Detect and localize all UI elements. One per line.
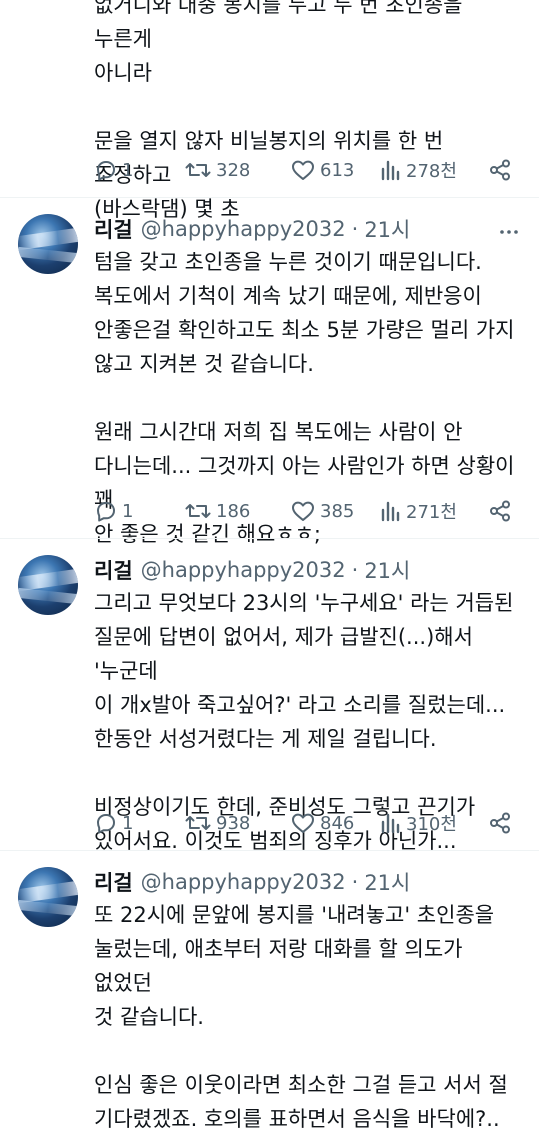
tweet-actions: 1 186 385 271천 [94, 494, 514, 528]
bar-chart-icon [381, 160, 400, 181]
display-name[interactable]: 리걸 [94, 555, 133, 585]
like-count: 846 [320, 812, 355, 834]
speech-bubble-icon [97, 502, 115, 522]
user-handle[interactable]: @happyhappy2032 [141, 870, 346, 894]
tweet-text: 없거니와 대충 봉지를 두고 두 번 초인종을 누른게 아니라 문을 열지 않자… [94, 0, 463, 221]
tweet-actions: 1 938 846 310천 [94, 806, 514, 840]
retweet-arrows-icon [185, 163, 211, 177]
divider [0, 538, 539, 539]
reply-button[interactable]: 1 [94, 499, 184, 523]
bar-chart-icon [381, 501, 400, 522]
views-count: 310천 [406, 814, 457, 835]
timestamp[interactable]: 21시 [364, 555, 410, 585]
views-button[interactable]: 271천 [380, 498, 488, 524]
more-dots-icon[interactable] [499, 222, 519, 242]
retweet-count: 186 [216, 500, 251, 522]
views-button[interactable]: 310천 [380, 810, 488, 836]
user-handle[interactable]: @happyhappy2032 [141, 558, 346, 582]
tweet-text: 또 22시에 문앞에 봉지를 '내려놓고' 초인종을 눌렀는데, 애초부터 저랑… [94, 903, 508, 1131]
retweet-button[interactable]: 938 [184, 811, 290, 835]
timestamp[interactable]: 21시 [364, 214, 410, 244]
heart-icon [292, 813, 314, 833]
reply-count: 1 [122, 500, 134, 522]
timestamp[interactable]: 21시 [364, 867, 410, 897]
divider [0, 197, 539, 198]
tweet-header: 리걸 @happyhappy2032 · 21시 [94, 214, 410, 244]
separator-dot: · [351, 558, 359, 582]
separator-dot: · [351, 870, 359, 894]
avatar[interactable] [18, 555, 78, 615]
like-button[interactable]: 385 [290, 499, 380, 523]
retweet-arrows-icon [185, 504, 211, 518]
display-name[interactable]: 리걸 [94, 867, 133, 897]
speech-bubble-icon [97, 814, 115, 834]
like-count: 613 [320, 159, 355, 181]
like-count: 385 [320, 500, 355, 522]
tweet-header: 리걸 @happyhappy2032 · 21시 [94, 555, 410, 585]
share-button[interactable] [488, 499, 514, 523]
share-nodes-icon [490, 159, 510, 181]
reply-button[interactable]: 1 [94, 158, 184, 182]
share-nodes-icon [490, 500, 510, 522]
retweet-button[interactable]: 186 [184, 499, 290, 523]
views-count: 278천 [406, 161, 457, 182]
views-count: 271천 [406, 502, 457, 523]
share-button[interactable] [488, 158, 514, 182]
reply-count: 1 [122, 159, 134, 181]
avatar[interactable] [18, 214, 78, 274]
user-handle[interactable]: @happyhappy2032 [141, 217, 346, 241]
retweet-count: 938 [216, 812, 251, 834]
tweet-actions: 1 328 613 278천 [94, 153, 514, 187]
separator-dot: · [351, 217, 359, 241]
retweet-count: 328 [216, 159, 251, 181]
bar-chart-icon [381, 813, 400, 834]
share-button[interactable] [488, 811, 514, 835]
heart-icon [292, 501, 314, 521]
divider [0, 850, 539, 851]
tweet-header: 리걸 @happyhappy2032 · 21시 [94, 867, 410, 897]
retweet-arrows-icon [185, 816, 211, 830]
retweet-button[interactable]: 328 [184, 158, 290, 182]
heart-icon [292, 160, 314, 180]
share-nodes-icon [490, 812, 510, 834]
display-name[interactable]: 리걸 [94, 214, 133, 244]
reply-count: 1 [122, 812, 134, 834]
speech-bubble-icon [97, 161, 115, 181]
reply-button[interactable]: 1 [94, 811, 184, 835]
avatar[interactable] [18, 867, 78, 927]
like-button[interactable]: 613 [290, 158, 380, 182]
views-button[interactable]: 278천 [380, 157, 488, 183]
like-button[interactable]: 846 [290, 811, 380, 835]
